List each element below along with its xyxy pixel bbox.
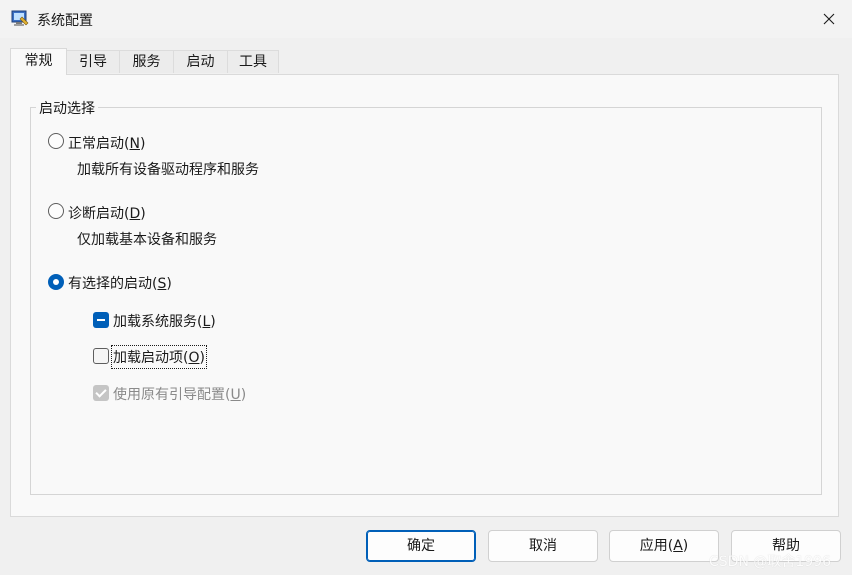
cancel-button[interactable]: 取消 xyxy=(488,530,598,562)
msconfig-icon xyxy=(11,9,29,27)
normal-startup-radio[interactable] xyxy=(48,133,64,149)
load-system-services-checkbox[interactable] xyxy=(93,312,109,328)
window-title: 系统配置 xyxy=(37,13,93,29)
watermark: CSDN @取舍1996 xyxy=(709,554,831,570)
apply-button[interactable]: 应用(A) xyxy=(609,530,719,562)
normal-startup-label[interactable]: 正常启动(N) xyxy=(68,133,145,153)
diagnostic-startup-radio[interactable] xyxy=(48,203,64,219)
tab-startup[interactable]: 启动 xyxy=(173,50,228,73)
diagnostic-startup-description: 仅加载基本设备和服务 xyxy=(77,232,217,248)
ok-button[interactable]: 确定 xyxy=(366,530,476,562)
use-original-boot-config-checkbox xyxy=(93,385,109,401)
tab-boot[interactable]: 引导 xyxy=(66,50,120,73)
normal-startup-description: 加载所有设备驱动程序和服务 xyxy=(77,162,259,178)
tab-tools[interactable]: 工具 xyxy=(227,50,279,73)
close-icon[interactable] xyxy=(806,0,852,38)
load-system-services-label[interactable]: 加载系统服务(L) xyxy=(113,311,216,331)
tab-services[interactable]: 服务 xyxy=(119,50,174,73)
use-original-boot-config-label: 使用原有引导配置(U) xyxy=(113,387,247,403)
load-startup-items-label[interactable]: 加载启动项(O) xyxy=(111,345,207,369)
diagnostic-startup-label[interactable]: 诊断启动(D) xyxy=(68,203,146,223)
title-bar: 系统配置 xyxy=(0,0,852,38)
load-startup-items-checkbox[interactable] xyxy=(93,348,109,364)
tab-general[interactable]: 常规 xyxy=(10,48,67,75)
selective-startup-label[interactable]: 有选择的启动(S) xyxy=(68,273,172,293)
selective-startup-radio[interactable] xyxy=(48,274,64,290)
group-legend: 启动选择 xyxy=(36,98,98,118)
